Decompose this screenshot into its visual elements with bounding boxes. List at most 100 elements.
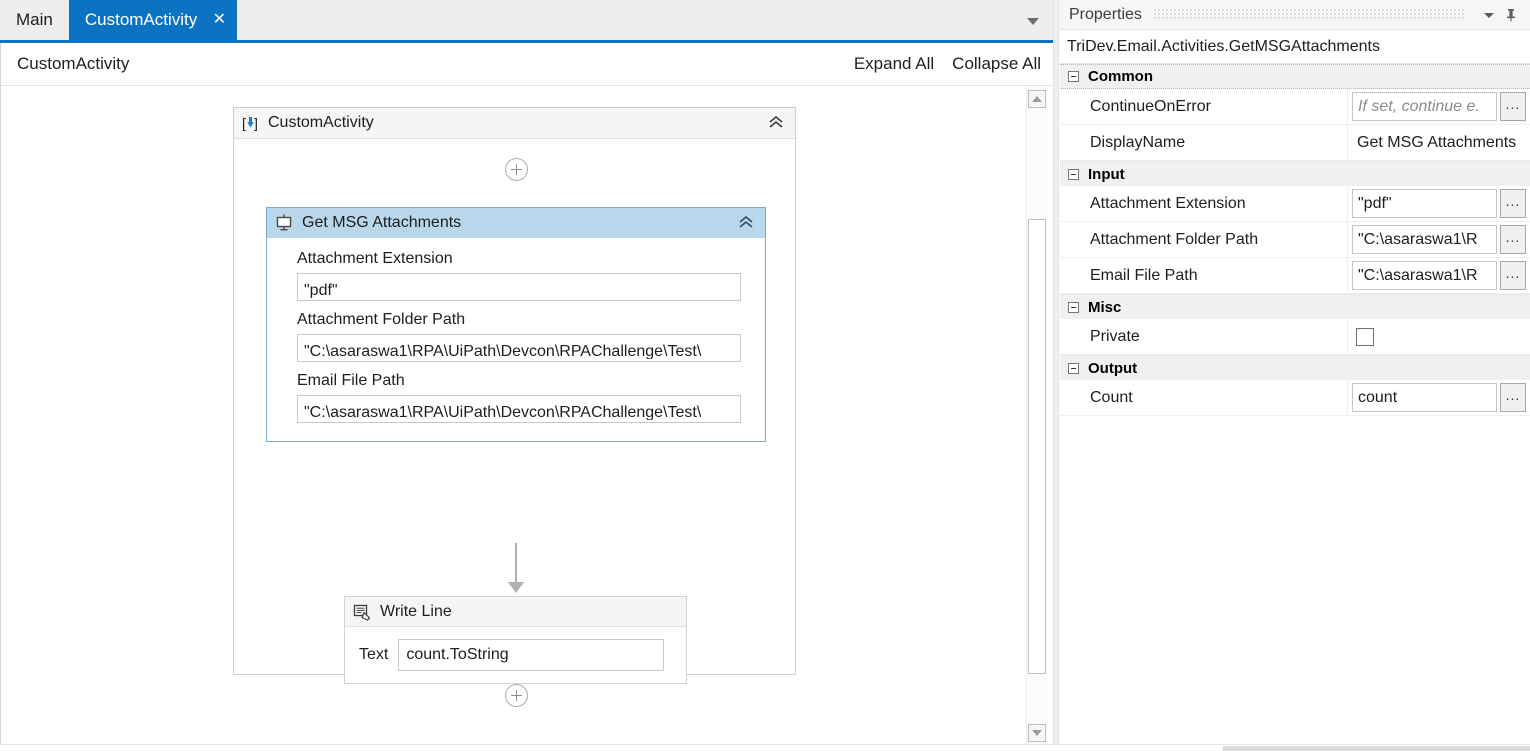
pin-icon[interactable] (1500, 4, 1522, 26)
displayname-input[interactable]: Get MSG Attachments (1352, 128, 1530, 157)
sequence-container[interactable]: [ ] CustomActivity Get MSG Attachments A… (233, 107, 796, 707)
scroll-up-button[interactable] (1028, 90, 1046, 108)
close-icon[interactable]: ✕ (211, 12, 227, 28)
field-value-email-file-path: "C:\asaraswa1\RPA\UiPath\Devcon\RPAChall… (304, 404, 702, 420)
caret-glyph (1027, 17, 1039, 25)
svg-text:[: [ (242, 115, 246, 131)
properties-grid: Common ContinueOnError If set, continue … (1059, 64, 1530, 751)
properties-titlebar: Properties (1059, 0, 1530, 30)
write-line-title: Write Line (380, 602, 452, 620)
tab-main-label: Main (16, 10, 53, 29)
count-input[interactable]: count (1352, 383, 1497, 412)
sequence-title: CustomActivity (268, 114, 374, 131)
properties-pane: Properties TriDev.Email.Activities.GetMS… (1059, 0, 1530, 751)
scroll-down-button[interactable] (1028, 724, 1046, 742)
attachment-folder-path-input[interactable]: "C:\asaraswa1\R (1352, 225, 1497, 254)
activity-write-line[interactable]: Write Line Text count.ToString (344, 596, 687, 684)
field-value-attachment-folder-path: "C:\asaraswa1\RPA\UiPath\Devcon\RPAChall… (304, 343, 702, 359)
continueonerror-input[interactable]: If set, continue e. (1352, 92, 1497, 121)
property-category-label: Misc (1088, 298, 1122, 316)
write-line-header[interactable]: Write Line (345, 597, 686, 627)
property-category-misc[interactable]: Misc (1060, 294, 1530, 319)
write-line-text-label: Text (359, 646, 389, 663)
arrow-down-icon (1032, 730, 1042, 736)
property-value-cell: Get MSG Attachments (1348, 125, 1530, 160)
get-msg-attachments-icon (275, 214, 293, 232)
collapse-chevron-icon[interactable] (737, 214, 757, 233)
get-msg-attachments-body: Attachment Extension "pdf" Attachment Fo… (267, 238, 765, 441)
get-msg-attachments-header[interactable]: Get MSG Attachments (267, 208, 765, 238)
expand-all-button[interactable]: Expand All (854, 54, 934, 74)
property-name: Count (1078, 380, 1348, 415)
collapse-all-button[interactable]: Collapse All (952, 54, 1041, 74)
attachment-extension-ellipsis-button[interactable]: ... (1500, 189, 1526, 218)
field-label-attachment-extension: Attachment Extension (297, 250, 453, 267)
property-name: Attachment Extension (1078, 186, 1348, 221)
tab-customactivity[interactable]: CustomActivity ✕ (68, 0, 238, 40)
field-input-email-file-path[interactable]: "C:\asaraswa1\RPA\UiPath\Devcon\RPAChall… (297, 395, 741, 423)
collapse-toggle-icon[interactable] (1068, 301, 1079, 313)
scrollbar-thumb[interactable] (1028, 219, 1046, 674)
property-value-cell (1348, 319, 1530, 354)
designer-canvas-wrap: [ ] CustomActivity Get MSG Attachments A… (0, 86, 1053, 751)
property-category-output[interactable]: Output (1060, 355, 1530, 380)
continueonerror-ellipsis-button[interactable]: ... (1500, 92, 1526, 121)
property-row-attachment-extension[interactable]: Attachment Extension "pdf" ... (1060, 186, 1530, 222)
attachment-extension-input[interactable]: "pdf" (1352, 189, 1497, 218)
svg-text:]: ] (254, 115, 258, 131)
property-category-common[interactable]: Common (1060, 64, 1530, 89)
property-value-cell: "C:\asaraswa1\R ... (1348, 222, 1530, 257)
property-row-continueonerror[interactable]: ContinueOnError If set, continue e. ... (1060, 89, 1530, 125)
property-category-input[interactable]: Input (1060, 161, 1530, 186)
collapse-toggle-icon[interactable] (1068, 168, 1079, 180)
panel-drag-grip[interactable] (1153, 8, 1466, 21)
connector-arrow-icon (508, 582, 524, 593)
tab-strip: Main CustomActivity ✕ (0, 0, 1053, 43)
property-row-attachment-folder-path[interactable]: Attachment Folder Path "C:\asaraswa1\R .… (1060, 222, 1530, 258)
tab-customactivity-label: CustomActivity (84, 10, 198, 29)
property-name: Private (1078, 319, 1348, 354)
arrow-up-icon (1032, 96, 1042, 102)
property-row-private[interactable]: Private (1060, 319, 1530, 355)
canvas-vertical-scrollbar[interactable] (1026, 86, 1047, 751)
attachment-folder-path-ellipsis-button[interactable]: ... (1500, 225, 1526, 254)
collapse-toggle-icon[interactable] (1068, 362, 1079, 374)
property-row-email-file-path[interactable]: Email File Path "C:\asaraswa1\R ... (1060, 258, 1530, 294)
chevron-down-icon[interactable] (1023, 11, 1043, 31)
email-file-path-input[interactable]: "C:\asaraswa1\R (1352, 261, 1497, 290)
collapse-toggle-icon[interactable] (1068, 71, 1079, 82)
property-name: ContinueOnError (1078, 89, 1348, 124)
sequence-icon: [ ] (242, 115, 259, 132)
designer-canvas[interactable]: [ ] CustomActivity Get MSG Attachments A… (1, 86, 1027, 751)
property-category-label: Output (1088, 359, 1138, 377)
write-line-icon (353, 603, 371, 621)
private-checkbox[interactable] (1356, 327, 1374, 346)
field-input-attachment-extension[interactable]: "pdf" (297, 273, 741, 301)
write-line-body: Text count.ToString (345, 627, 686, 683)
add-activity-button-bottom[interactable] (505, 684, 528, 707)
email-file-path-ellipsis-button[interactable]: ... (1500, 261, 1526, 290)
sequence-header[interactable]: [ ] CustomActivity (234, 108, 795, 139)
bottom-strip (0, 744, 1530, 751)
count-ellipsis-button[interactable]: ... (1500, 383, 1526, 412)
activity-get-msg-attachments[interactable]: Get MSG Attachments Attachment Extension… (266, 207, 766, 442)
property-category-label: Common (1088, 68, 1153, 85)
chevron-down-icon[interactable] (1478, 4, 1500, 26)
write-line-text-input[interactable]: count.ToString (398, 639, 664, 671)
tab-main[interactable]: Main (0, 0, 69, 40)
properties-panel-title: Properties (1069, 5, 1142, 23)
properties-subtitle: TriDev.Email.Activities.GetMSGAttachment… (1059, 30, 1530, 64)
property-row-displayname[interactable]: DisplayName Get MSG Attachments (1060, 125, 1530, 161)
property-name: Attachment Folder Path (1078, 222, 1348, 257)
property-row-count[interactable]: Count count ... (1060, 380, 1530, 416)
property-name: DisplayName (1078, 125, 1348, 160)
breadcrumb-bar: CustomActivity Expand All Collapse All (0, 43, 1053, 86)
get-msg-attachments-title: Get MSG Attachments (302, 214, 462, 231)
field-label-email-file-path: Email File Path (297, 372, 405, 389)
add-activity-button-top[interactable] (505, 158, 528, 181)
field-input-attachment-folder-path[interactable]: "C:\asaraswa1\RPA\UiPath\Devcon\RPAChall… (297, 334, 741, 362)
property-value-cell: "pdf" ... (1348, 186, 1530, 221)
collapse-chevron-icon[interactable] (767, 114, 787, 133)
breadcrumb[interactable]: CustomActivity (17, 54, 129, 74)
property-value-cell: "C:\asaraswa1\R ... (1348, 258, 1530, 293)
